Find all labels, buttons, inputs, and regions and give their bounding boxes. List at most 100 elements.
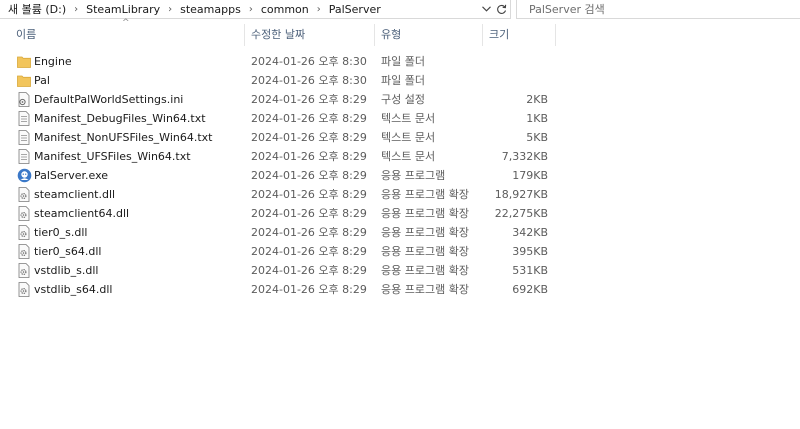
dll-file-icon [17, 244, 31, 259]
file-row[interactable]: steamclient64.dll 2024-01-26 오후 8:29 응용 … [0, 204, 800, 223]
file-name: Manifest_UFSFiles_Win64.txt [34, 150, 191, 163]
file-row[interactable]: vstdlib_s64.dll 2024-01-26 오후 8:29 응용 프로… [0, 280, 800, 299]
chevron-right-icon[interactable]: › [68, 4, 84, 15]
file-name: Engine [34, 55, 72, 68]
file-name: DefaultPalWorldSettings.ini [34, 93, 184, 106]
file-size: 342KB [512, 226, 548, 239]
chevron-right-icon[interactable]: › [311, 4, 327, 15]
file-size: 531KB [512, 264, 548, 277]
dll-file-icon [17, 206, 31, 221]
dll-file-icon [17, 263, 31, 278]
file-date: 2024-01-26 오후 8:29 [251, 207, 367, 220]
file-date: 2024-01-26 오후 8:29 [251, 169, 367, 182]
file-row[interactable]: vstdlib_s.dll 2024-01-26 오후 8:29 응용 프로그램… [0, 261, 800, 280]
file-type: 응용 프로그램 [381, 169, 446, 182]
file-type: 파일 폴더 [381, 55, 425, 68]
file-row[interactable]: steamclient.dll 2024-01-26 오후 8:29 응용 프로… [0, 185, 800, 204]
file-name: steamclient.dll [34, 188, 116, 201]
search-box[interactable] [516, 0, 800, 19]
file-date: 2024-01-26 오후 8:29 [251, 245, 367, 258]
file-type: 텍스트 문서 [381, 150, 436, 163]
file-name: vstdlib_s.dll [34, 264, 99, 277]
file-type: 응용 프로그램 확장 [381, 226, 469, 239]
file-date: 2024-01-26 오후 8:29 [251, 150, 367, 163]
text-file-icon [17, 130, 31, 145]
file-name: Pal [34, 74, 50, 87]
column-divider[interactable] [244, 24, 245, 46]
file-size: 5KB [526, 131, 548, 144]
column-divider[interactable] [374, 24, 375, 46]
file-date: 2024-01-26 오후 8:29 [251, 93, 367, 106]
file-date: 2024-01-26 오후 8:29 [251, 264, 367, 277]
sort-ascending-icon: ^ [122, 18, 130, 28]
refresh-icon[interactable] [494, 1, 508, 17]
search-input[interactable] [529, 1, 789, 17]
file-size: 7,332KB [501, 150, 548, 163]
file-size: 179KB [512, 169, 548, 182]
settings-file-icon [17, 92, 31, 107]
file-row[interactable]: Engine 2024-01-26 오후 8:30 파일 폴더 [0, 52, 800, 71]
file-name: tier0_s64.dll [34, 245, 102, 258]
file-row[interactable]: Pal 2024-01-26 오후 8:30 파일 폴더 [0, 71, 800, 90]
file-date: 2024-01-26 오후 8:30 [251, 74, 367, 87]
file-date: 2024-01-26 오후 8:29 [251, 131, 367, 144]
file-type: 텍스트 문서 [381, 112, 436, 125]
dll-file-icon [17, 282, 31, 297]
file-type: 응용 프로그램 확장 [381, 283, 469, 296]
file-type: 텍스트 문서 [381, 131, 436, 144]
file-size: 395KB [512, 245, 548, 258]
dll-file-icon [17, 225, 31, 240]
file-row[interactable]: tier0_s64.dll 2024-01-26 오후 8:29 응용 프로그램… [0, 242, 800, 261]
breadcrumb-steamlibrary[interactable]: SteamLibrary [84, 3, 162, 16]
file-name: Manifest_NonUFSFiles_Win64.txt [34, 131, 213, 144]
file-name: Manifest_DebugFiles_Win64.txt [34, 112, 206, 125]
chevron-down-icon[interactable] [479, 1, 493, 17]
file-size: 1KB [526, 112, 548, 125]
file-date: 2024-01-26 오후 8:29 [251, 226, 367, 239]
file-name: vstdlib_s64.dll [34, 283, 113, 296]
file-type: 파일 폴더 [381, 74, 425, 87]
file-row[interactable]: tier0_s.dll 2024-01-26 오후 8:29 응용 프로그램 확… [0, 223, 800, 242]
file-type: 응용 프로그램 확장 [381, 207, 469, 220]
breadcrumb-steamapps[interactable]: steamapps [178, 3, 243, 16]
dll-file-icon [17, 187, 31, 202]
file-size: 22,275KB [494, 207, 548, 220]
app-icon [17, 168, 32, 183]
breadcrumb-palserver[interactable]: PalServer [327, 3, 383, 16]
file-date: 2024-01-26 오후 8:29 [251, 188, 367, 201]
file-date: 2024-01-26 오후 8:29 [251, 112, 367, 125]
file-name: PalServer.exe [34, 169, 109, 182]
file-row[interactable]: PalServer.exe 2024-01-26 오후 8:29 응용 프로그램… [0, 166, 800, 185]
file-date: 2024-01-26 오후 8:29 [251, 283, 367, 296]
text-file-icon [17, 149, 31, 164]
column-divider[interactable] [555, 24, 556, 46]
file-row[interactable]: DefaultPalWorldSettings.ini 2024-01-26 오… [0, 90, 800, 109]
column-header-row: ^ 이름 수정한 날짜 유형 크기 [0, 18, 800, 46]
file-type: 응용 프로그램 확장 [381, 264, 469, 277]
file-row[interactable]: Manifest_UFSFiles_Win64.txt 2024-01-26 오… [0, 147, 800, 166]
breadcrumb-volume[interactable]: 새 볼륨 (D:) [6, 1, 68, 17]
address-bar: 새 볼륨 (D:) › SteamLibrary › steamapps › c… [0, 0, 800, 19]
file-size: 18,927KB [494, 188, 548, 201]
file-type: 응용 프로그램 확장 [381, 245, 469, 258]
file-type: 응용 프로그램 확장 [381, 188, 469, 201]
column-header-name[interactable]: 이름 [16, 24, 36, 46]
file-type: 구성 설정 [381, 93, 425, 106]
file-row[interactable]: Manifest_DebugFiles_Win64.txt 2024-01-26… [0, 109, 800, 128]
column-header-date[interactable]: 수정한 날짜 [251, 24, 305, 46]
column-divider[interactable] [482, 24, 483, 46]
file-row[interactable]: Manifest_NonUFSFiles_Win64.txt 2024-01-2… [0, 128, 800, 147]
column-header-type[interactable]: 유형 [381, 24, 401, 46]
chevron-right-icon[interactable]: › [243, 4, 259, 15]
file-name: steamclient64.dll [34, 207, 130, 220]
file-size: 692KB [512, 283, 548, 296]
text-file-icon [17, 111, 31, 126]
file-size: 2KB [526, 93, 548, 106]
chevron-right-icon[interactable]: › [162, 4, 178, 15]
folder-icon [17, 73, 31, 88]
file-list: Engine 2024-01-26 오후 8:30 파일 폴더 Pal 2024… [0, 52, 800, 299]
breadcrumb[interactable]: 새 볼륨 (D:) › SteamLibrary › steamapps › c… [0, 0, 511, 19]
folder-icon [17, 54, 31, 69]
column-header-size[interactable]: 크기 [489, 24, 509, 46]
breadcrumb-common[interactable]: common [259, 3, 311, 16]
